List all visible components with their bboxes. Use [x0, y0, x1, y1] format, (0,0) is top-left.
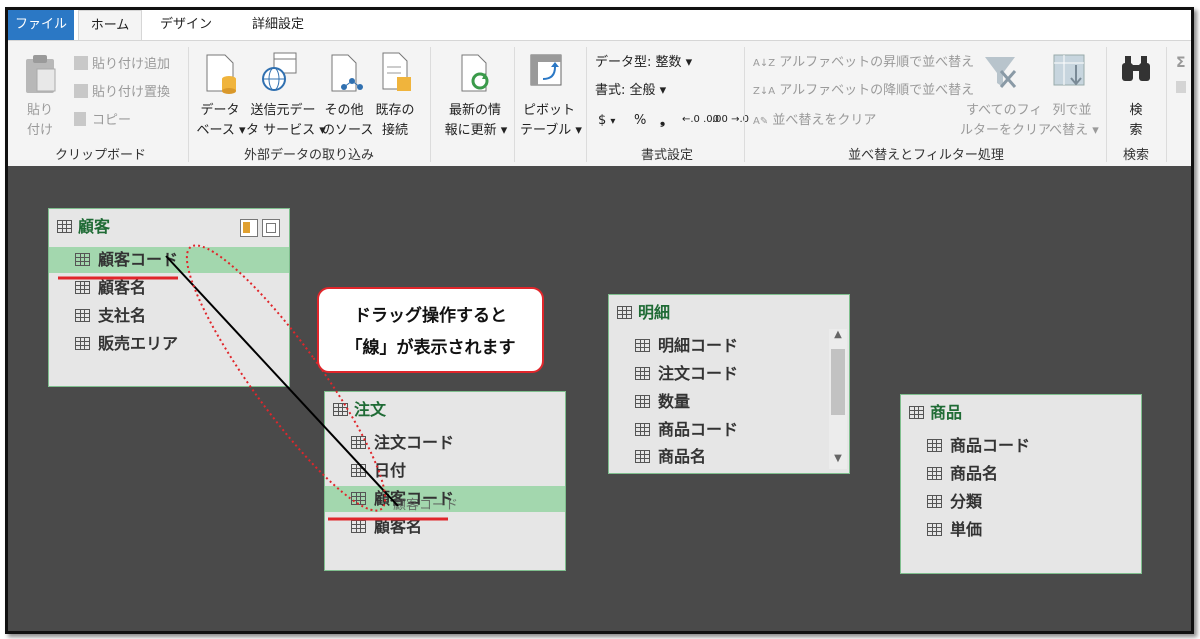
format-dropdown[interactable]: 書式: 全般 ▾ — [595, 81, 666, 101]
separator — [1166, 47, 1167, 162]
clear-filter-icon — [985, 57, 1017, 88]
sigma-icon: Σ — [1176, 55, 1186, 71]
chevron-down-icon: ▾ — [685, 55, 693, 70]
annotation-callout: ドラッグ操作すると 「線」が表示されます — [317, 287, 544, 373]
existing-connection-label-1: 既存の — [375, 103, 415, 118]
other-source-label-2: のソース — [322, 123, 374, 138]
database-label-1: データ — [200, 103, 240, 118]
search-label-1: 検 — [1129, 103, 1143, 118]
paste-append-button[interactable]: 貼り付け追加 — [74, 55, 170, 75]
sort-descending-button[interactable]: Z↓A アルファベットの降順で並べ替え — [753, 81, 974, 102]
ribbon-tabs: ファイル ホーム デザイン 詳細設定 — [8, 10, 1191, 42]
data-service-label-1: 送信元デー — [250, 103, 316, 118]
callout-line-2: 「線」が表示されます — [345, 338, 516, 358]
separator — [430, 47, 431, 162]
database-icon — [206, 54, 236, 94]
clear-filters-label-1: すべてのフィ — [966, 103, 1043, 118]
paste-append-label: 貼り付け追加 — [92, 57, 171, 72]
calculator-icon — [1176, 81, 1186, 93]
clear-sort-button[interactable]: A✎ 並べ替えをクリア — [753, 111, 876, 132]
clipboard-icon — [26, 55, 56, 93]
external-data-group-label: 外部データの取り込み — [243, 148, 374, 163]
callout-line-1: ドラッグ操作すると — [354, 306, 507, 326]
currency-button[interactable]: $ ▾ — [598, 111, 615, 132]
copy-button[interactable]: コピー — [74, 111, 131, 131]
globe-icon — [262, 52, 297, 91]
tab-home[interactable]: ホーム — [78, 10, 142, 42]
sort-by-column-icon — [1053, 54, 1085, 86]
percent-button[interactable]: % — [634, 111, 646, 131]
refresh-icon — [461, 54, 489, 92]
data-type-dropdown[interactable]: データ型: 整数 ▾ — [595, 53, 692, 73]
sort-ascending-button[interactable]: A↓Z アルファベットの昇順で並べ替え — [753, 53, 974, 74]
paste-replace-button[interactable]: 貼り付け置換 — [74, 83, 170, 103]
format-value: 書式: 全般 — [595, 83, 656, 98]
paste-replace-icon — [74, 84, 88, 98]
sort-by-column-label-2: べ替え ▾ — [1049, 123, 1099, 138]
tab-file[interactable]: ファイル — [8, 10, 74, 40]
ribbon: 貼り 付け 貼り付け追加 貼り付け置換 コピー クリップボード データ ベース … — [8, 40, 1191, 167]
search-group-label: 検索 — [1122, 148, 1149, 163]
paste-replace-label: 貼り付け置換 — [92, 85, 171, 100]
clear-filters-label-2: ルターをクリア — [960, 123, 1052, 138]
sort-ascending-icon: A↓Z — [753, 58, 776, 69]
separator — [188, 47, 189, 162]
other-source-icon — [331, 54, 363, 92]
data-service-label-2: タ サービス ▾ — [246, 123, 326, 138]
database-label-2: ベース ▾ — [196, 123, 246, 138]
chevron-down-icon: ▾ — [610, 116, 616, 127]
copy-label: コピー — [92, 113, 132, 128]
sort-by-column-label-1: 列で並 — [1052, 103, 1092, 118]
comma-button[interactable]: ❟ — [660, 111, 665, 131]
paste-label-1: 貼り — [26, 103, 53, 118]
tab-design[interactable]: デザイン — [146, 10, 226, 40]
copy-icon — [74, 112, 86, 126]
paste-label-2: 付け — [26, 123, 53, 138]
search-label-2: 索 — [1129, 123, 1143, 138]
diagram-canvas[interactable]: 顧客 顧客コード 顧客名 支社名 販売エリア 注文 注文コード 日付 顧客コード… — [8, 166, 1191, 631]
sort-filter-group-label: 並べ替えとフィルター処理 — [848, 148, 1004, 163]
clear-sort-label: 並べ替えをクリア — [772, 113, 877, 128]
overflow-icon[interactable]: Σ — [1176, 55, 1188, 115]
separator — [1106, 47, 1107, 162]
pivot-table-label-2: テーブル ▾ — [520, 123, 582, 138]
separator — [514, 47, 515, 162]
format-group-label: 書式設定 — [640, 148, 693, 163]
clipboard-group-label: クリップボード — [54, 148, 146, 163]
sort-ascending-label: アルファベットの昇順で並べ替え — [779, 55, 975, 70]
refresh-label-2: 報に更新 ▾ — [444, 123, 508, 138]
existing-connection-label-2: 接続 — [381, 123, 408, 138]
clear-sort-icon: A✎ — [753, 116, 769, 127]
binoculars-icon — [1122, 56, 1150, 81]
other-source-label-1: その他 — [324, 103, 364, 118]
currency-icon: $ — [598, 113, 607, 128]
annotation-overlay — [58, 244, 448, 521]
pivot-table-icon — [530, 54, 562, 86]
separator — [586, 47, 587, 162]
existing-connection-icon — [382, 52, 411, 91]
pivot-table-label-1: ピボット — [522, 103, 575, 118]
annotation-ellipse — [185, 244, 387, 512]
refresh-label-1: 最新の情 — [448, 103, 501, 118]
chevron-down-icon: ▾ — [659, 83, 667, 98]
tab-advanced[interactable]: 詳細設定 — [234, 10, 322, 40]
paste-append-icon — [74, 56, 88, 70]
data-type-value: データ型: 整数 — [595, 55, 682, 70]
separator — [744, 47, 745, 162]
app-window: ファイル ホーム デザイン 詳細設定 貼り 付け 貼り付け追加 貼り付け置換 コ… — [5, 7, 1194, 634]
sort-descending-label: アルファベットの降順で並べ替え — [779, 83, 975, 98]
sort-descending-icon: Z↓A — [753, 86, 776, 97]
